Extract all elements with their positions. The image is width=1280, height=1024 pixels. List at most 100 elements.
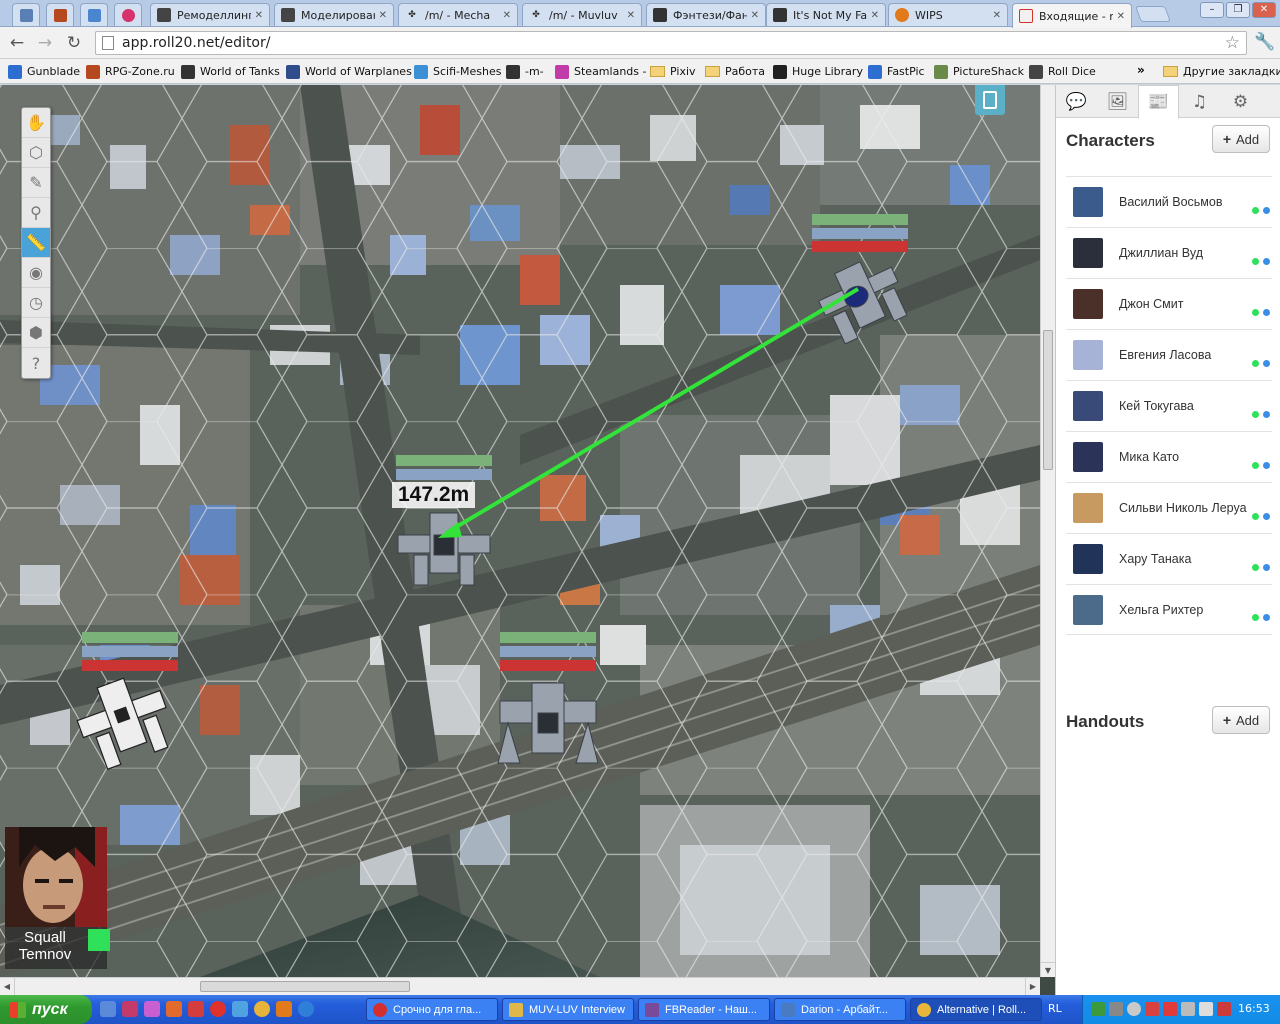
- volume-icon[interactable]: [1199, 1002, 1213, 1016]
- address-bar[interactable]: app.roll20.net/editor/ ☆: [95, 31, 1247, 55]
- tab-wips[interactable]: WIPS ✕: [888, 3, 1008, 26]
- minimize-button[interactable]: –: [1200, 2, 1224, 18]
- tab-m-muvluv[interactable]: ✤/m/ - Muvluv ✕: [522, 3, 642, 26]
- list-item[interactable]: Василий Восьмов: [1066, 176, 1272, 227]
- list-item[interactable]: Евгения Ласова: [1066, 329, 1272, 380]
- settings-gear-icon[interactable]: ⚙: [1220, 85, 1261, 118]
- pan-hand-icon[interactable]: ✋: [22, 108, 50, 138]
- taskbar-item[interactable]: Alternative | Roll...: [910, 998, 1042, 1021]
- scroll-left-arrow[interactable]: ◀: [0, 978, 15, 995]
- tray-icon[interactable]: [1181, 1002, 1195, 1016]
- start-button[interactable]: пуск: [0, 995, 92, 1024]
- bookmark-folder-pixiv[interactable]: Pixiv: [650, 63, 696, 80]
- tab-pinned-4[interactable]: [114, 3, 142, 26]
- player-color-swatch[interactable]: [88, 929, 110, 951]
- list-item[interactable]: Мика Като: [1066, 431, 1272, 482]
- tray-icon[interactable]: [1217, 1002, 1231, 1016]
- close-icon[interactable]: ✕: [751, 10, 759, 21]
- tab-m-mecha[interactable]: ✤/m/ - Mecha ✕: [398, 3, 518, 26]
- chrome-icon[interactable]: [254, 1001, 270, 1017]
- map-canvas[interactable]: [0, 85, 1040, 977]
- help-icon[interactable]: ?: [22, 348, 50, 378]
- close-window-button[interactable]: ✕: [1252, 2, 1276, 18]
- bookmarks-more-button[interactable]: »: [1137, 63, 1145, 77]
- journal-button[interactable]: [975, 85, 1005, 115]
- close-icon[interactable]: ✕: [379, 10, 387, 21]
- ie-icon[interactable]: [298, 1001, 314, 1017]
- restore-button[interactable]: ❐: [1226, 2, 1250, 18]
- app-icon[interactable]: [144, 1001, 160, 1017]
- close-icon[interactable]: ✕: [627, 10, 635, 21]
- close-icon[interactable]: ✕: [993, 10, 1001, 21]
- bookmark-other[interactable]: Другие закладки: [1163, 63, 1280, 80]
- list-item[interactable]: Хару Танака: [1066, 533, 1272, 584]
- show-desktop-icon[interactable]: [100, 1001, 116, 1017]
- language-indicator[interactable]: RL: [1048, 1002, 1062, 1015]
- app-icon[interactable]: [188, 1001, 204, 1017]
- list-item[interactable]: Сильви Николь Леруа: [1066, 482, 1272, 533]
- taskbar-item[interactable]: FBReader - Наш...: [638, 998, 770, 1021]
- taskbar-item[interactable]: Срочно для гла...: [366, 998, 498, 1021]
- tab-inbox[interactable]: Входящие - ni ✕: [1012, 3, 1132, 28]
- close-icon[interactable]: ✕: [503, 10, 511, 21]
- add-character-button[interactable]: + Add: [1212, 125, 1270, 153]
- scroll-thumb[interactable]: [1043, 330, 1053, 470]
- bookmark-folder-work[interactable]: Работа: [705, 63, 765, 80]
- app-icon[interactable]: [122, 1001, 138, 1017]
- tab-not-my-fault[interactable]: It's Not My Fau ✕: [766, 3, 886, 26]
- bookmark-world-of-tanks[interactable]: World of Tanks: [181, 63, 280, 80]
- bookmark-huge-library[interactable]: Huge Library: [773, 63, 863, 80]
- close-icon[interactable]: ✕: [871, 10, 879, 21]
- bookmark-roll-dice[interactable]: Roll Dice: [1029, 63, 1096, 80]
- tab-pinned-1[interactable]: [12, 3, 40, 26]
- list-item[interactable]: Хельга Рихтер: [1066, 584, 1272, 635]
- tray-icon[interactable]: [1145, 1002, 1159, 1016]
- add-handout-button[interactable]: + Add: [1212, 706, 1270, 734]
- opera-icon[interactable]: [210, 1001, 226, 1017]
- select-cube-icon[interactable]: ⬡: [22, 138, 50, 168]
- bookmark-rpg-zone[interactable]: RPG-Zone.ru: [86, 63, 175, 80]
- tab-remodelling[interactable]: Ремоделлинг ✕: [150, 3, 270, 26]
- star-icon[interactable]: ☆: [1225, 33, 1240, 53]
- bookmark-scifi-meshes[interactable]: Scifi-Meshes: [414, 63, 501, 80]
- dice-icon[interactable]: ⬢: [22, 318, 50, 348]
- turn-order-clock-icon[interactable]: ◷: [22, 288, 50, 318]
- tab-fantasy[interactable]: Фэнтези/Фант✕: [646, 3, 766, 26]
- bookmark-pictureshack[interactable]: PictureShack: [934, 63, 1024, 80]
- app-icon[interactable]: [276, 1001, 292, 1017]
- tray-icon[interactable]: [1163, 1002, 1177, 1016]
- draw-brush-icon[interactable]: ✎: [22, 168, 50, 198]
- taskbar-item[interactable]: MUV-LUV Interview: [502, 998, 634, 1021]
- list-item[interactable]: Джон Смит: [1066, 278, 1272, 329]
- app-icon[interactable]: [166, 1001, 182, 1017]
- bookmark-gunblade[interactable]: Gunblade: [8, 63, 80, 80]
- scroll-down-arrow[interactable]: ▼: [1041, 962, 1055, 977]
- wrench-icon[interactable]: 🔧: [1254, 32, 1275, 52]
- tray-icon[interactable]: [1127, 1002, 1141, 1016]
- journal-icon[interactable]: 📰: [1138, 85, 1179, 119]
- bookmark-world-of-warplanes[interactable]: World of Warplanes: [286, 63, 412, 80]
- bookmark-m[interactable]: -m-: [506, 63, 544, 80]
- new-tab-button[interactable]: [1135, 6, 1171, 22]
- ruler-icon[interactable]: 📏: [22, 228, 50, 258]
- bookmark-fastpic[interactable]: FastPic: [868, 63, 925, 80]
- map-vertical-scrollbar[interactable]: ▼: [1040, 85, 1055, 977]
- tab-pinned-2[interactable]: [46, 3, 74, 26]
- tray-icon[interactable]: [1091, 1002, 1105, 1016]
- taskbar-item[interactable]: Darion - Арбайт...: [774, 998, 906, 1021]
- jukebox-icon[interactable]: ♫: [1179, 85, 1220, 118]
- close-icon[interactable]: ✕: [1117, 11, 1125, 22]
- map-horizontal-scrollbar[interactable]: ◀ ▶: [0, 977, 1040, 995]
- reload-button[interactable]: ↻: [63, 33, 85, 53]
- scroll-right-arrow[interactable]: ▶: [1025, 978, 1040, 995]
- player-avatar[interactable]: Squall Temnov: [5, 827, 110, 969]
- list-item[interactable]: Кей Токугава: [1066, 380, 1272, 431]
- art-library-icon[interactable]: 🖼: [1097, 85, 1138, 118]
- close-icon[interactable]: ✕: [255, 10, 263, 21]
- scroll-thumb[interactable]: [200, 981, 410, 992]
- app-icon[interactable]: [232, 1001, 248, 1017]
- tab-modelling[interactable]: Моделирован ✕: [274, 3, 394, 26]
- bookmark-steamlands[interactable]: Steamlands -: [555, 63, 646, 80]
- chat-icon[interactable]: 💬: [1056, 85, 1097, 118]
- list-item[interactable]: Джиллиан Вуд: [1066, 227, 1272, 278]
